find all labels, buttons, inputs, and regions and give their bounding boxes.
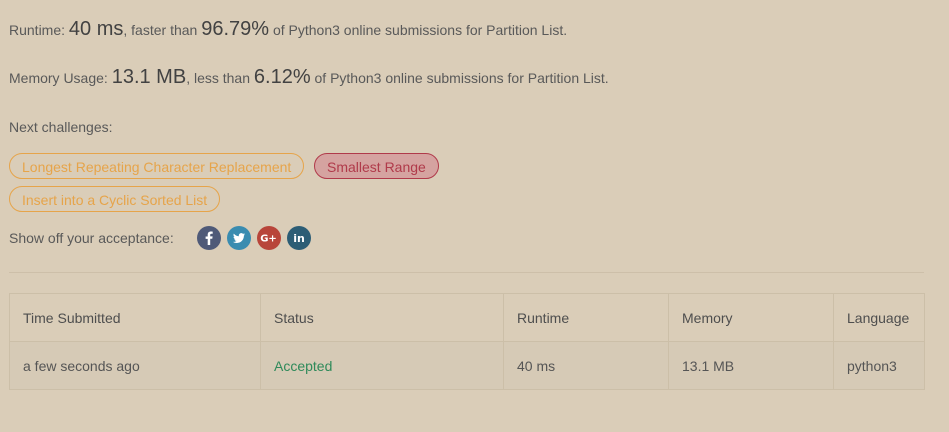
memory-percentile: 6.12%	[253, 66, 311, 88]
memory-mid-text: , less than	[186, 70, 251, 86]
memory-suffix: of Python3 online submissions for Partit…	[314, 70, 609, 86]
memory-stat-line: Memory Usage: 13.1 MB, less than 6.12% o…	[9, 66, 609, 89]
cell-memory: 13.1 MB	[668, 341, 834, 390]
linkedin-icon[interactable]: in	[287, 226, 311, 250]
column-header-runtime: Runtime	[503, 293, 669, 342]
column-header-time-submitted: Time Submitted	[9, 293, 261, 342]
runtime-percentile: 96.79%	[201, 18, 270, 40]
submissions-table: Time Submitted Status Runtime Memory Lan…	[9, 293, 925, 390]
runtime-mid-text: , faster than	[123, 22, 198, 38]
column-header-language: Language	[833, 293, 925, 342]
google-plus-icon[interactable]: G+	[257, 226, 281, 250]
column-header-memory: Memory	[668, 293, 834, 342]
section-divider	[9, 272, 924, 273]
svg-text:G+: G+	[260, 234, 277, 245]
challenge-link-insert-into-cyclic-sorted-list[interactable]: Insert into a Cyclic Sorted List	[9, 186, 220, 212]
cell-time-submitted: a few seconds ago	[9, 341, 261, 390]
facebook-icon[interactable]	[197, 226, 221, 250]
challenge-link-longest-repeating-character-replacement[interactable]: Longest Repeating Character Replacement	[9, 153, 304, 179]
twitter-icon[interactable]	[227, 226, 251, 250]
runtime-suffix: of Python3 online submissions for Partit…	[272, 22, 568, 38]
table-row: a few seconds ago Accepted 40 ms 13.1 MB…	[9, 341, 925, 390]
memory-label: Memory Usage:	[9, 70, 108, 86]
column-header-status: Status	[260, 293, 504, 342]
cell-runtime: 40 ms	[503, 341, 669, 390]
status-accepted-link[interactable]: Accepted	[274, 358, 332, 374]
next-challenges-label: Next challenges:	[9, 119, 113, 135]
table-header-row: Time Submitted Status Runtime Memory Lan…	[9, 293, 925, 342]
challenge-link-smallest-range[interactable]: Smallest Range	[314, 153, 439, 179]
share-label: Show off your acceptance:	[9, 230, 174, 246]
cell-status: Accepted	[260, 341, 504, 390]
memory-value: 13.1 MB	[111, 66, 187, 88]
cell-language: python3	[833, 341, 925, 390]
runtime-value: 40 ms	[68, 18, 124, 40]
svg-text:in: in	[293, 232, 305, 245]
runtime-label: Runtime:	[9, 22, 66, 38]
runtime-stat-line: Runtime: 40 ms, faster than 96.79% of Py…	[9, 18, 567, 41]
